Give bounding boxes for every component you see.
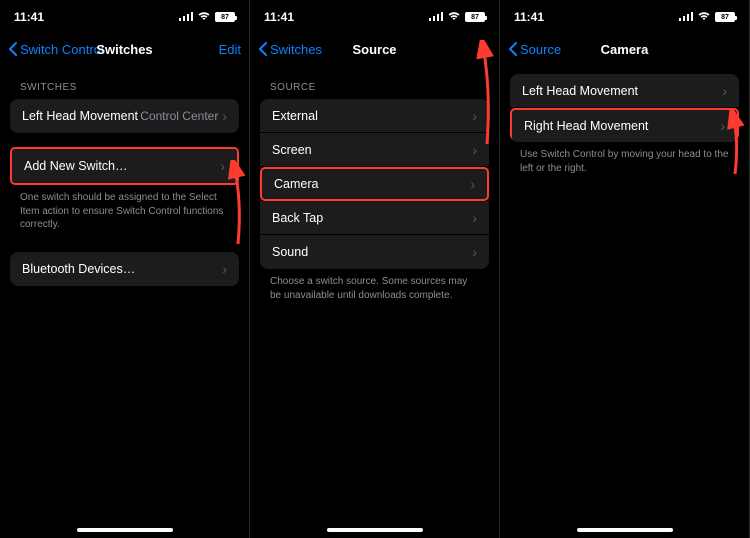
battery-icon: 87 bbox=[215, 12, 235, 22]
wifi-icon bbox=[447, 10, 461, 24]
section-header-switches: SWITCHES bbox=[0, 64, 249, 99]
back-label: Switches bbox=[270, 42, 322, 57]
footer-text: Use Switch Control by moving your head t… bbox=[500, 142, 749, 175]
battery-icon: 87 bbox=[715, 12, 735, 22]
cell-label: Add New Switch… bbox=[24, 159, 220, 173]
row-sound[interactable]: Sound › bbox=[260, 235, 489, 269]
chevron-right-icon: › bbox=[472, 142, 477, 158]
home-indicator[interactable] bbox=[327, 528, 423, 532]
nav-bar: Switches Source bbox=[250, 34, 499, 64]
home-indicator[interactable] bbox=[77, 528, 173, 532]
status-time: 11:41 bbox=[14, 10, 44, 24]
footer-text: One switch should be assigned to the Sel… bbox=[0, 185, 249, 232]
status-time: 11:41 bbox=[514, 10, 544, 24]
cell-label: Bluetooth Devices… bbox=[22, 262, 222, 276]
chevron-right-icon: › bbox=[472, 244, 477, 260]
footer-text: Choose a switch source. Some sources may… bbox=[250, 269, 499, 302]
row-left-head-movement[interactable]: Left Head Movement › bbox=[510, 74, 739, 108]
cell-label: Sound bbox=[272, 245, 472, 259]
signal-icon bbox=[179, 10, 193, 24]
back-button[interactable]: Switch Control bbox=[8, 42, 104, 57]
phone-source: 11:41 87 Switches Source SOURCE External… bbox=[250, 0, 500, 538]
back-label: Source bbox=[520, 42, 561, 57]
cell-label: Left Head Movement bbox=[522, 84, 722, 98]
row-left-head-movement[interactable]: Left Head Movement Control Center › bbox=[10, 99, 239, 133]
chevron-right-icon: › bbox=[720, 118, 725, 134]
nav-bar: Source Camera bbox=[500, 34, 749, 64]
nav-bar: Switch Control Switches Edit bbox=[0, 34, 249, 64]
chevron-left-icon bbox=[508, 42, 518, 56]
cell-label: Screen bbox=[272, 143, 472, 157]
chevron-left-icon bbox=[8, 42, 18, 56]
status-bar: 11:41 87 bbox=[250, 0, 499, 34]
chevron-right-icon: › bbox=[470, 176, 475, 192]
status-indicators: 87 bbox=[679, 10, 735, 24]
cell-label: Camera bbox=[274, 177, 470, 191]
status-bar: 11:41 87 bbox=[0, 0, 249, 34]
status-time: 11:41 bbox=[264, 10, 294, 24]
cell-label: Left Head Movement bbox=[22, 109, 140, 123]
back-label: Switch Control bbox=[20, 42, 104, 57]
row-external[interactable]: External › bbox=[260, 99, 489, 133]
chevron-right-icon: › bbox=[472, 108, 477, 124]
chevron-right-icon: › bbox=[472, 210, 477, 226]
status-indicators: 87 bbox=[179, 10, 235, 24]
phone-switches: 11:41 87 Switch Control Switches Edit SW… bbox=[0, 0, 250, 538]
cell-detail: Control Center bbox=[140, 109, 218, 123]
chevron-left-icon bbox=[258, 42, 268, 56]
wifi-icon bbox=[697, 10, 711, 24]
row-back-tap[interactable]: Back Tap › bbox=[260, 201, 489, 235]
home-indicator[interactable] bbox=[577, 528, 673, 532]
row-right-head-movement[interactable]: Right Head Movement › bbox=[510, 108, 739, 142]
edit-button[interactable]: Edit bbox=[219, 42, 241, 57]
battery-icon: 87 bbox=[465, 12, 485, 22]
row-camera[interactable]: Camera › bbox=[260, 167, 489, 201]
wifi-icon bbox=[197, 10, 211, 24]
cell-label: External bbox=[272, 109, 472, 123]
back-button[interactable]: Source bbox=[508, 42, 561, 57]
chevron-right-icon: › bbox=[222, 261, 227, 277]
chevron-right-icon: › bbox=[220, 158, 225, 174]
status-bar: 11:41 87 bbox=[500, 0, 749, 34]
signal-icon bbox=[679, 10, 693, 24]
back-button[interactable]: Switches bbox=[258, 42, 322, 57]
cell-label: Right Head Movement bbox=[524, 119, 720, 133]
section-header-source: SOURCE bbox=[250, 64, 499, 99]
row-bluetooth-devices[interactable]: Bluetooth Devices… › bbox=[10, 252, 239, 286]
status-indicators: 87 bbox=[429, 10, 485, 24]
cell-label: Back Tap bbox=[272, 211, 472, 225]
phone-camera: 11:41 87 Source Camera Left Head Movemen… bbox=[500, 0, 750, 538]
row-screen[interactable]: Screen › bbox=[260, 133, 489, 167]
signal-icon bbox=[429, 10, 443, 24]
row-add-new-switch[interactable]: Add New Switch… › bbox=[12, 149, 237, 183]
chevron-right-icon: › bbox=[222, 108, 227, 124]
chevron-right-icon: › bbox=[722, 83, 727, 99]
